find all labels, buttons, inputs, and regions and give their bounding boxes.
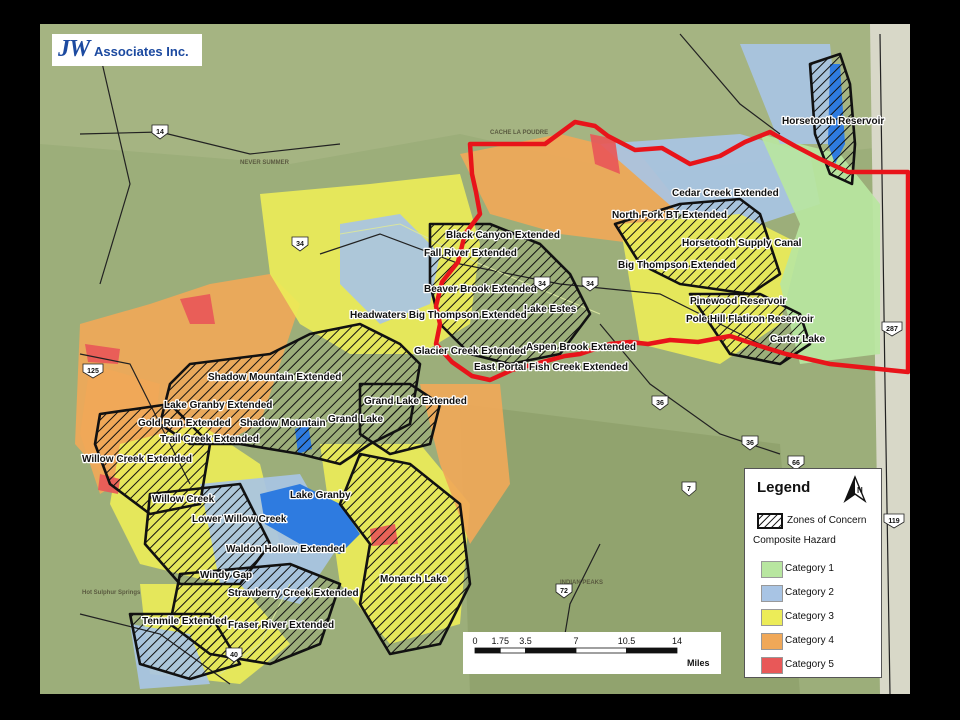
svg-text:34: 34	[296, 241, 304, 248]
scale-bar-segments	[474, 647, 678, 654]
label-grand-lake-extended: Grand Lake Extended	[364, 396, 467, 407]
label-pinewood-reservoir: Pinewood Reservoir	[690, 296, 786, 307]
scale-bar-segment	[626, 647, 678, 654]
scale-bar-units: Miles	[687, 658, 710, 668]
label-shadow-mountain-extended: Shadow Mountain Extended	[208, 372, 341, 383]
faint-text-mountains: NEVER SUMMER	[240, 160, 290, 166]
svg-text:34: 34	[538, 281, 546, 288]
logo-company-name: Associates Inc.	[94, 44, 189, 59]
scale-bar-tick-label: 14	[672, 636, 682, 646]
scale-bar-segment	[474, 647, 501, 654]
place-hot-sulphur-springs: Hot Sulphur Springs	[82, 590, 141, 596]
legend-title: Legend	[757, 479, 811, 496]
label-lake-granby: Lake Granby	[290, 490, 351, 501]
scale-bar-ticks: 0 1.75 3.5 7 10.5 14	[472, 636, 682, 646]
label-horsetooth-supply-canal: Horsetooth Supply Canal	[682, 238, 802, 249]
label-grand-lake: Grand Lake	[328, 414, 383, 425]
svg-text:34: 34	[586, 281, 594, 288]
scale-bar-segment	[499, 647, 526, 654]
label-lake-estes: Lake Estes	[524, 304, 577, 315]
legend-label-category-5: Category 5	[785, 659, 834, 670]
label-willow-creek-extended: Willow Creek Extended	[82, 454, 192, 465]
label-headwaters-big-thompson-extended: Headwaters Big Thompson Extended	[350, 310, 527, 321]
label-black-canyon-extended: Black Canyon Extended	[446, 230, 560, 241]
label-lake-granby-extended: Lake Granby Extended	[164, 400, 272, 411]
north-arrow-icon: N	[843, 475, 867, 503]
scale-bar-tick-label: 10.5	[618, 636, 636, 646]
label-aspen-brook-extended: Aspen Brook Extended	[526, 342, 636, 353]
legend-row-category-4: Category 4	[761, 633, 871, 651]
label-tenmile-extended: Tenmile Extended	[142, 616, 227, 627]
label-north-fork-bt-extended: North Fork BT Extended	[612, 210, 727, 221]
legend-zones-of-concern: Zones of Concern	[787, 515, 867, 526]
svg-text:40: 40	[230, 652, 238, 659]
label-pole-hill-flatiron-reservoir: Pole Hill Flatiron Reservoir	[686, 314, 814, 325]
legend-swatch-category-4	[761, 633, 783, 650]
svg-text:N: N	[857, 486, 863, 495]
svg-text:36: 36	[746, 440, 754, 447]
legend-label-category-4: Category 4	[785, 635, 834, 646]
svg-text:125: 125	[87, 368, 99, 375]
legend-swatch-category-5	[761, 657, 783, 674]
svg-text:119: 119	[888, 518, 899, 525]
scale-bar-segment	[525, 647, 577, 654]
scale-bar-tick-label: 0	[472, 636, 477, 646]
scale-bar-tick-label: 3.5	[519, 636, 532, 646]
label-big-thompson-extended: Big Thompson Extended	[618, 260, 736, 271]
label-strawberry-creek-extended: Strawberry Creek Extended	[228, 588, 359, 599]
legend-row-category-1: Category 1	[761, 561, 871, 579]
scale-bar: 0 1.75 3.5 7 10.5 14 Miles	[463, 632, 721, 674]
legend-swatch-category-2	[761, 585, 783, 602]
legend-composite-hazard: Composite Hazard	[753, 535, 836, 546]
logo-initials: JW	[58, 36, 90, 62]
svg-text:7: 7	[687, 486, 691, 493]
svg-text:66: 66	[792, 460, 800, 467]
label-fall-river-extended: Fall River Extended	[424, 248, 517, 259]
label-trail-creek-extended: Trail Creek Extended	[160, 434, 259, 445]
zones-of-concern-swatch	[757, 513, 783, 529]
legend-label-category-2: Category 2	[785, 587, 834, 598]
scale-bar-graphic: 0 1.75 3.5 7 10.5 14 Miles	[472, 636, 710, 668]
company-logo: JW Associates Inc.	[52, 34, 202, 66]
legend-row-category-2: Category 2	[761, 585, 871, 603]
label-monarch-lake: Monarch Lake	[380, 574, 448, 585]
label-windy-gap: Windy Gap	[200, 570, 252, 581]
scale-bar-segment	[575, 647, 627, 654]
label-gold-run-extended: Gold Run Extended	[138, 418, 231, 429]
label-carter-lake: Carter Lake	[770, 334, 825, 345]
map-legend: Legend N Zones of Concern Composite Haza…	[744, 468, 882, 678]
label-east-portal-fish-creek-extended: East Portal Fish Creek Extended	[474, 362, 628, 373]
scale-bar-tick-label: 7	[573, 636, 578, 646]
label-waldon-hollow-extended: Waldon Hollow Extended	[226, 544, 345, 555]
legend-swatch-category-1	[761, 561, 783, 578]
scale-bar-tick-label: 1.75	[491, 636, 509, 646]
legend-swatch-category-3	[761, 609, 783, 626]
svg-text:14: 14	[156, 129, 164, 136]
label-cedar-creek-extended: Cedar Creek Extended	[672, 188, 779, 199]
label-horsetooth-reservoir: Horsetooth Reservoir	[782, 116, 884, 127]
legend-label-category-3: Category 3	[785, 611, 834, 622]
label-willow-creek: Willow Creek	[152, 494, 215, 505]
svg-text:36: 36	[656, 400, 664, 407]
label-beaver-brook-extended: Beaver Brook Extended	[424, 284, 537, 295]
svg-text:72: 72	[560, 588, 568, 595]
legend-row-category-3: Category 3	[761, 609, 871, 627]
label-fraser-river-extended: Fraser River Extended	[228, 620, 334, 631]
legend-row-category-5: Category 5	[761, 657, 871, 675]
label-lower-willow-creek: Lower Willow Creek	[192, 514, 287, 525]
label-shadow-mountain: Shadow Mountain	[240, 418, 326, 429]
faint-text-cache: CACHE LA POUDRE	[490, 130, 548, 136]
label-glacier-creek-extended: Glacier Creek Extended	[414, 346, 526, 357]
svg-text:287: 287	[886, 326, 898, 333]
legend-label-category-1: Category 1	[785, 563, 834, 574]
